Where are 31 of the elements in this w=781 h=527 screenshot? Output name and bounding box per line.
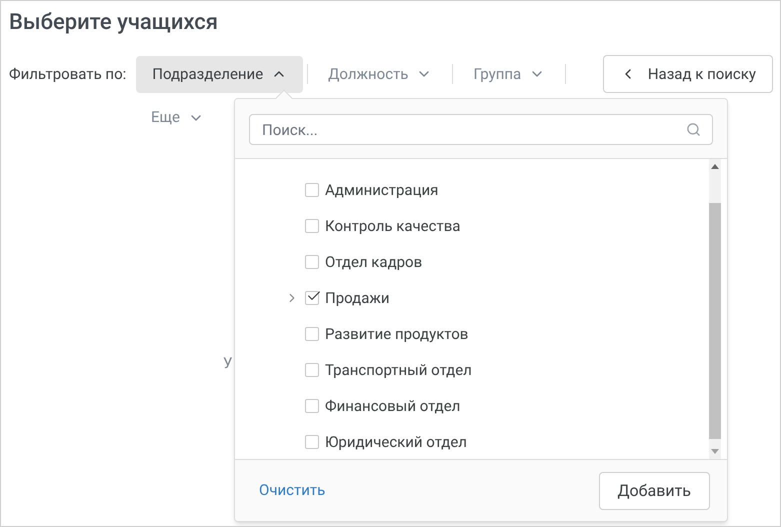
list-item-label[interactable]: Юридический отдел bbox=[325, 430, 467, 454]
list-item-label[interactable]: Развитие продуктов bbox=[325, 322, 468, 346]
back-button[interactable]: Назад к поиску bbox=[602, 55, 773, 93]
checkbox[interactable] bbox=[305, 363, 319, 377]
checkbox[interactable] bbox=[305, 255, 319, 269]
filter-tab[interactable]: Группа bbox=[457, 56, 562, 92]
checkbox[interactable] bbox=[305, 291, 319, 305]
filter-label: Фильтровать по: bbox=[9, 64, 126, 85]
checkbox[interactable] bbox=[305, 399, 319, 413]
search-icon bbox=[686, 122, 701, 137]
add-button[interactable]: Добавить bbox=[598, 472, 710, 510]
checkbox[interactable] bbox=[305, 327, 319, 341]
scrollbar[interactable] bbox=[709, 159, 721, 459]
list-item-label[interactable]: Контроль качества bbox=[325, 214, 460, 238]
list-item-label[interactable]: Финансовый отдел bbox=[325, 394, 460, 418]
filter-tab[interactable]: Подразделение bbox=[136, 56, 304, 92]
list-item-label[interactable]: Отдел кадров bbox=[325, 250, 422, 274]
background-text: У bbox=[223, 353, 232, 374]
scroll-up-icon[interactable] bbox=[711, 164, 719, 169]
list-item-label[interactable]: Администрация bbox=[325, 178, 438, 202]
checkbox[interactable] bbox=[305, 183, 319, 197]
scroll-down-icon[interactable] bbox=[711, 449, 719, 454]
page-title: Выберите учащихся bbox=[9, 9, 219, 37]
filter-tab[interactable]: Еще bbox=[135, 99, 220, 136]
list-item-label[interactable]: Продажи bbox=[325, 286, 390, 310]
clear-link[interactable]: Очистить bbox=[259, 479, 326, 502]
checkbox[interactable] bbox=[305, 435, 319, 449]
list-item-label[interactable]: Транспортный отдел bbox=[325, 358, 472, 382]
checkbox[interactable] bbox=[305, 219, 319, 233]
filter-tab[interactable]: Должность bbox=[312, 56, 448, 92]
search-field[interactable]: Поиск... bbox=[249, 114, 713, 145]
